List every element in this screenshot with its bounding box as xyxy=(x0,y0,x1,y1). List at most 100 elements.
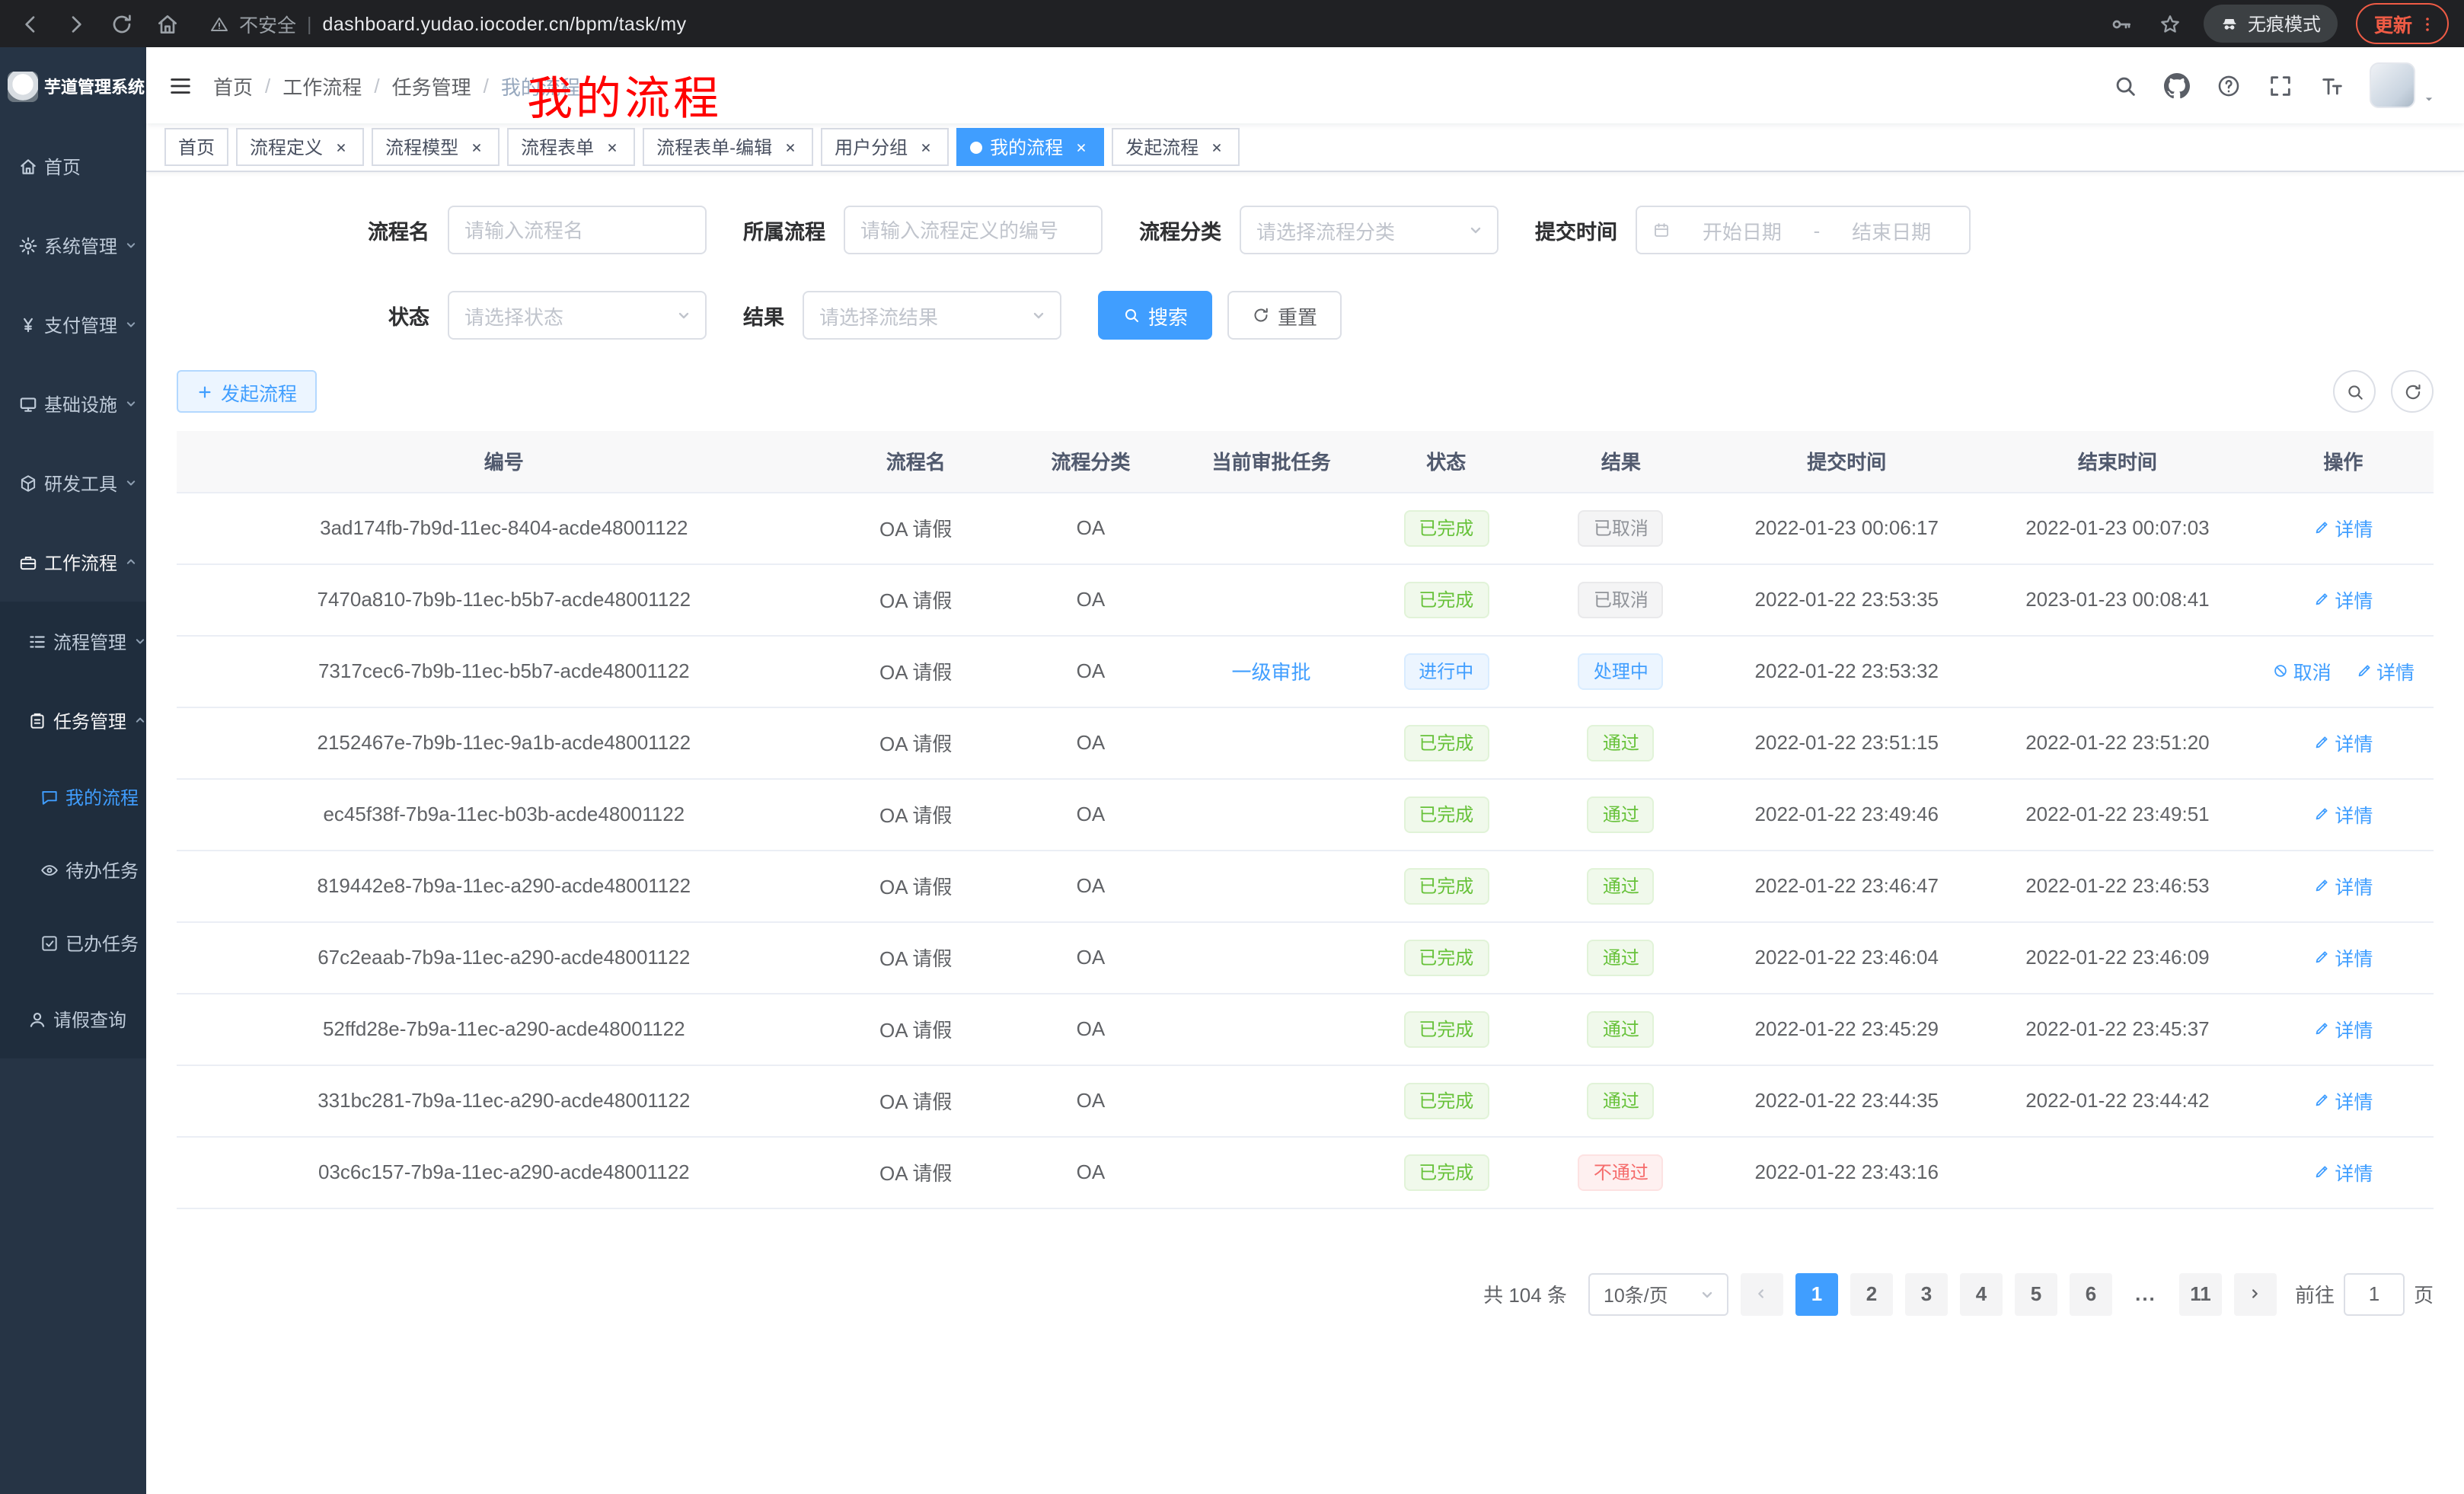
cell-submit-time: 2022-01-22 23:45:29 xyxy=(1711,993,1982,1065)
reset-button[interactable]: 重置 xyxy=(1227,291,1342,340)
goto-page-input[interactable] xyxy=(2344,1272,2405,1315)
sidebar-menu-item[interactable]: 已办任务 xyxy=(0,906,146,979)
status-tag: 已完成 xyxy=(1403,724,1489,761)
breadcrumb-item[interactable]: 工作流程 / xyxy=(282,71,391,100)
result-select[interactable]: 请选择流结果 xyxy=(803,291,1061,340)
close-tab-icon[interactable] xyxy=(915,137,935,157)
refresh-icon xyxy=(1252,306,1270,324)
process-name-input[interactable] xyxy=(448,206,707,254)
detail-button[interactable]: 详情 xyxy=(2313,943,2373,972)
tab[interactable]: 首页 xyxy=(164,128,228,166)
password-key-icon[interactable] xyxy=(2106,8,2137,39)
address-bar[interactable]: 不安全 | dashboard.yudao.iocoder.cn/bpm/tas… xyxy=(210,9,2091,38)
close-tab-icon[interactable] xyxy=(1071,137,1090,157)
sidebar-menu-item[interactable]: 流程管理 xyxy=(0,602,146,681)
close-tab-icon[interactable] xyxy=(466,137,486,157)
browser-reload-icon[interactable] xyxy=(107,8,137,39)
page-number-button[interactable]: 1 xyxy=(1795,1272,1838,1315)
tab[interactable]: 我的流程 xyxy=(956,128,1104,166)
next-page-button[interactable] xyxy=(2234,1272,2277,1315)
browser-home-icon[interactable] xyxy=(152,8,183,39)
font-size-icon[interactable] xyxy=(2318,72,2345,99)
breadcrumb-item[interactable]: 我的流程 / xyxy=(501,71,580,100)
sidebar-menu-item[interactable]: 系统管理 xyxy=(0,206,146,285)
search-icon[interactable] xyxy=(2111,72,2138,99)
page-number-button[interactable]: 5 xyxy=(2015,1272,2057,1315)
detail-button[interactable]: 详情 xyxy=(2313,513,2373,542)
page-number-button[interactable]: 4 xyxy=(1960,1272,2003,1315)
sidebar-menu-item[interactable]: 待办任务 xyxy=(0,833,146,906)
detail-button[interactable]: 详情 xyxy=(2313,585,2373,614)
start-date-placeholder[interactable]: 开始日期 xyxy=(1680,215,1805,244)
docs-question-icon[interactable] xyxy=(2214,72,2242,99)
detail-button[interactable]: 详情 xyxy=(2313,1086,2373,1115)
toggle-search-icon[interactable] xyxy=(2333,370,2376,413)
github-icon[interactable] xyxy=(2162,72,2190,99)
prev-page-button[interactable] xyxy=(1741,1272,1783,1315)
browser-menu-dots-icon[interactable] xyxy=(2418,14,2437,33)
status-tag: 已完成 xyxy=(1403,867,1489,904)
sidebar-menu-item[interactable]: 我的流程 xyxy=(0,760,146,833)
tab[interactable]: 发起流程 xyxy=(1112,128,1240,166)
search-button[interactable]: 搜索 xyxy=(1098,291,1212,340)
tab[interactable]: 用户分组 xyxy=(821,128,949,166)
detail-button[interactable]: 详情 xyxy=(2313,1157,2373,1186)
process-definition-input[interactable] xyxy=(844,206,1103,254)
status-tag: 进行中 xyxy=(1403,653,1489,689)
end-date-placeholder[interactable]: 结束日期 xyxy=(1829,215,1954,244)
cancel-button[interactable]: 取消 xyxy=(2272,656,2332,685)
bookmark-star-icon[interactable] xyxy=(2155,8,2185,39)
tab[interactable]: 流程模型 xyxy=(372,128,500,166)
user-avatar-dropdown[interactable] xyxy=(2370,62,2437,108)
logo-image xyxy=(8,72,38,102)
submit-time-range-picker[interactable]: 开始日期 - 结束日期 xyxy=(1636,206,1971,254)
fullscreen-icon[interactable] xyxy=(2266,72,2293,99)
detail-button[interactable]: 详情 xyxy=(2355,656,2415,685)
page-number-button[interactable]: 3 xyxy=(1905,1272,1948,1315)
tab-label: 首页 xyxy=(178,134,215,160)
detail-button[interactable]: 详情 xyxy=(2313,728,2373,757)
page-size-select[interactable]: 10条/页 xyxy=(1588,1272,1728,1315)
close-tab-icon[interactable] xyxy=(330,137,350,157)
page-number-button[interactable]: 11 xyxy=(2179,1272,2222,1315)
breadcrumb-item[interactable]: 首页 / xyxy=(213,71,282,100)
page-number-button[interactable]: 6 xyxy=(2070,1272,2112,1315)
page-number-button[interactable]: ... xyxy=(2124,1272,2167,1315)
browser-forward-icon[interactable] xyxy=(61,8,91,39)
sidebar-menu-item[interactable]: 基础设施 xyxy=(0,364,146,443)
page-number-button[interactable]: 2 xyxy=(1850,1272,1893,1315)
detail-button[interactable]: 详情 xyxy=(2313,871,2373,900)
tab[interactable]: 流程定义 xyxy=(236,128,364,166)
detail-button[interactable]: 详情 xyxy=(2313,1014,2373,1043)
breadcrumb: 首页 / 工作流程 / 任务管理 / xyxy=(213,71,580,100)
current-task-link[interactable]: 一级审批 xyxy=(1232,661,1311,684)
tab[interactable]: 流程表单 xyxy=(507,128,635,166)
chevron-down-icon xyxy=(675,306,693,324)
status-select[interactable]: 请选择状态 xyxy=(448,291,707,340)
sidebar-menu-item[interactable]: 支付管理 xyxy=(0,285,146,364)
close-tab-icon[interactable] xyxy=(1206,137,1226,157)
update-button[interactable]: 更新 xyxy=(2356,3,2449,44)
category-select[interactable]: 请选择流程分类 xyxy=(1240,206,1499,254)
sidebar-menu-item[interactable]: 研发工具 xyxy=(0,443,146,522)
update-label: 更新 xyxy=(2374,9,2412,38)
close-tab-icon[interactable] xyxy=(780,137,800,157)
status-tag: 已完成 xyxy=(1403,796,1489,832)
browser-back-icon[interactable] xyxy=(15,8,46,39)
edit-icon xyxy=(2313,519,2330,536)
sidebar-menu-item[interactable]: 请假查询 xyxy=(0,979,146,1058)
sidebar-menu: 首页 系统管理 支付管理 xyxy=(0,126,146,1058)
sidebar-menu-item[interactable]: 工作流程 xyxy=(0,522,146,602)
close-tab-icon[interactable] xyxy=(602,137,621,157)
breadcrumb-item[interactable]: 任务管理 / xyxy=(392,71,501,100)
breadcrumb-separator: / xyxy=(374,74,379,97)
detail-button[interactable]: 详情 xyxy=(2313,800,2373,828)
create-process-button[interactable]: 发起流程 xyxy=(177,370,317,413)
tab[interactable]: 流程表单-编辑 xyxy=(643,128,813,166)
cell-end-time: 2022-01-23 00:07:03 xyxy=(1982,492,2253,563)
sidebar-menu-item[interactable]: 首页 xyxy=(0,126,146,206)
hamburger-icon[interactable] xyxy=(146,47,213,123)
refresh-table-icon[interactable] xyxy=(2391,370,2434,413)
sidebar-menu-item[interactable]: 任务管理 xyxy=(0,681,146,760)
app-logo[interactable]: 芋道管理系统 xyxy=(0,47,146,126)
